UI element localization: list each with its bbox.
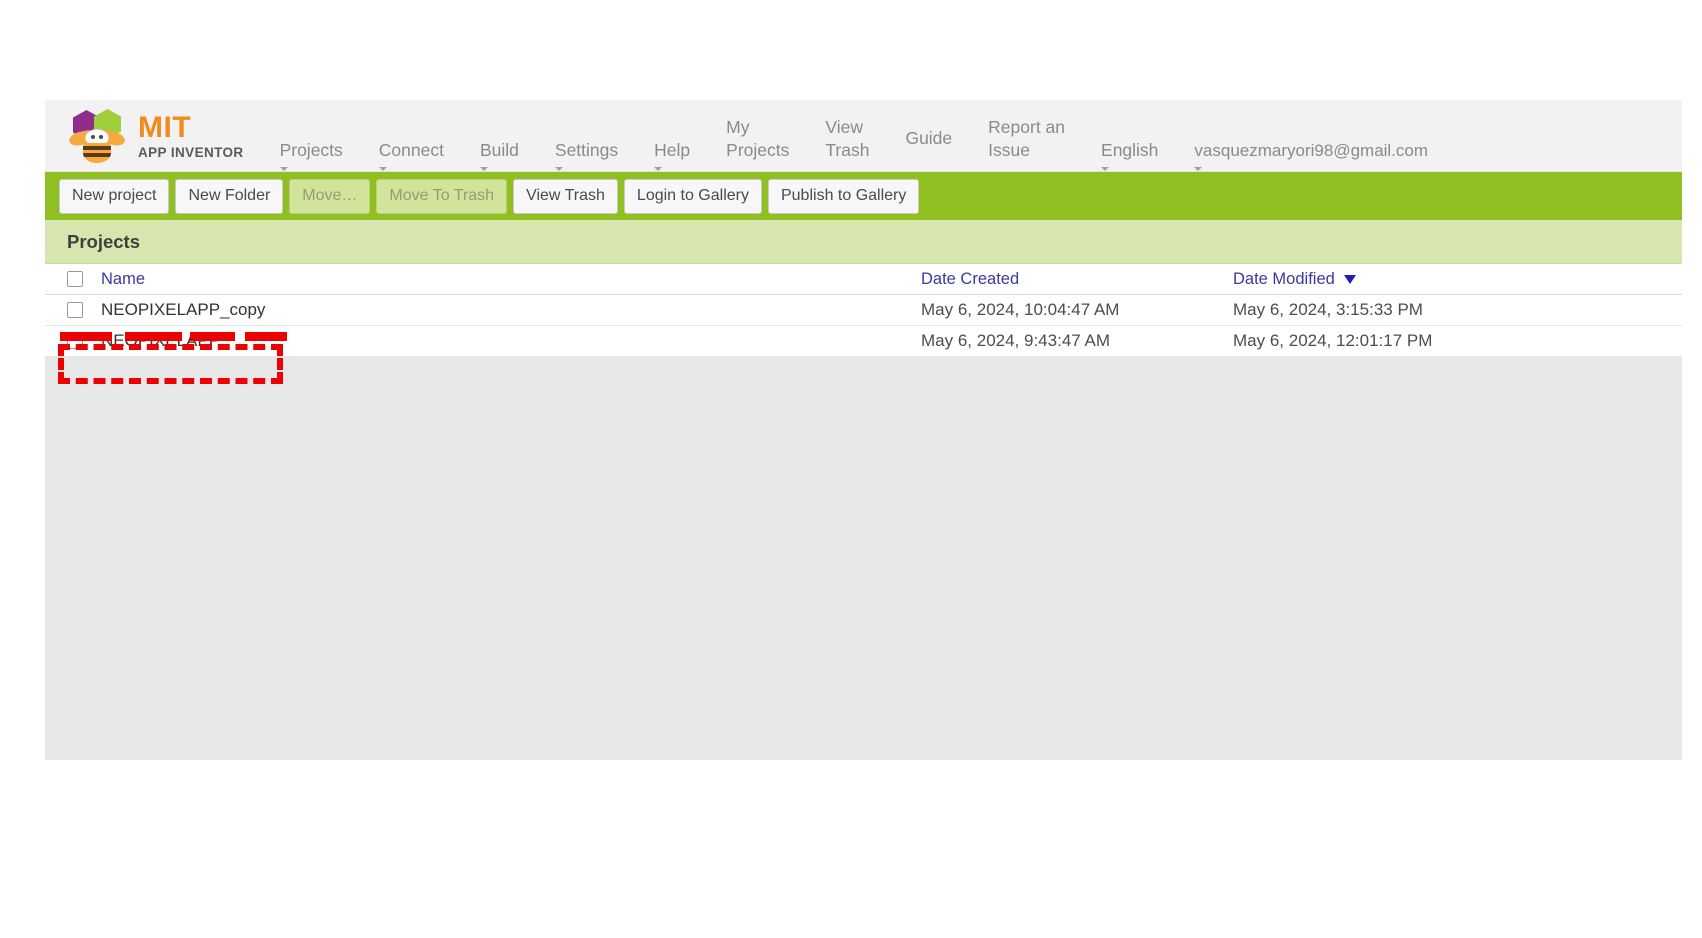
row-checkbox[interactable] xyxy=(67,302,83,318)
chevron-down-icon xyxy=(279,167,288,171)
nav-item-report-an-issue[interactable]: Report an Issue xyxy=(970,116,1083,162)
nav-item-language-english[interactable]: English xyxy=(1083,116,1176,208)
chevron-down-icon xyxy=(378,167,387,171)
nav-item-projects[interactable]: Projects xyxy=(262,116,361,208)
nav-item-account-email[interactable]: vasquezmaryori98@gmail.com xyxy=(1176,116,1428,208)
column-header-name-label: Name xyxy=(101,269,146,288)
column-header-date-created[interactable]: Date Created xyxy=(921,270,1233,289)
nav-item-guide[interactable]: Guide xyxy=(887,116,970,150)
new-project-button[interactable]: New project xyxy=(59,178,170,214)
logo-mit-text: MIT xyxy=(138,110,192,144)
column-header-date-modified[interactable]: Date Modified xyxy=(1233,270,1682,289)
table-row[interactable]: NEOPIXELAPP_copy May 6, 2024, 10:04:47 A… xyxy=(45,295,1682,326)
page-title: Projects xyxy=(67,230,141,252)
nav-item-connect-label: Connect xyxy=(378,140,444,160)
project-name-link[interactable]: NEOPIXELAPP_copy xyxy=(101,300,921,320)
nav-item-view-trash[interactable]: View Trash xyxy=(807,116,887,162)
column-header-date-created-label: Date Created xyxy=(921,269,1020,288)
column-header-name[interactable]: Name xyxy=(101,270,921,289)
projects-panel-header: Projects xyxy=(45,220,1682,264)
project-date-modified: May 6, 2024, 12:01:17 PM xyxy=(1233,331,1433,350)
nav-item-settings-label: Settings xyxy=(554,140,619,160)
chevron-down-icon xyxy=(1194,167,1203,171)
select-all-checkbox[interactable] xyxy=(67,271,83,287)
table-header-row: Name Date Created Date Modified xyxy=(45,264,1682,295)
logo-app-inventor-text: APP INVENTOR xyxy=(138,144,244,160)
nav-item-help-label: Help xyxy=(654,140,691,160)
publish-to-gallery-button[interactable]: Publish to Gallery xyxy=(767,178,920,214)
nav-item-build-label: Build xyxy=(479,140,519,160)
sort-descending-caret-down-icon xyxy=(1343,274,1356,284)
table-row[interactable]: NEOPIXELAPP May 6, 2024, 9:43:47 AM May … xyxy=(45,326,1682,357)
chevron-down-icon xyxy=(554,167,563,171)
chevron-down-icon xyxy=(479,167,488,171)
nav-item-connect[interactable]: Connect xyxy=(361,116,462,208)
nav-item-language-label: English xyxy=(1101,140,1159,160)
nav-item-settings[interactable]: Settings xyxy=(537,116,636,208)
projects-table: Name Date Created Date Modified NEOPIXEL… xyxy=(45,264,1682,357)
project-name-link[interactable]: NEOPIXELAPP xyxy=(101,331,921,351)
project-date-created: May 6, 2024, 9:43:47 AM xyxy=(921,331,1111,350)
project-date-created: May 6, 2024, 10:04:47 AM xyxy=(921,300,1120,319)
nav-item-projects-label: Projects xyxy=(279,140,343,160)
project-date-modified: May 6, 2024, 3:15:33 PM xyxy=(1233,300,1423,319)
row-checkbox[interactable] xyxy=(67,333,83,349)
nav-item-build[interactable]: Build xyxy=(462,116,537,208)
app-inventor-logo[interactable]: MIT APP INVENTOR xyxy=(67,100,244,172)
app-inventor-bee-logo-icon xyxy=(67,108,129,164)
chevron-down-icon xyxy=(654,167,663,171)
account-email-label: vasquezmaryori98@gmail.com xyxy=(1194,141,1429,160)
chevron-down-icon xyxy=(1101,167,1110,171)
nav-item-help[interactable]: Help xyxy=(636,116,708,208)
top-navigation-bar: MIT APP INVENTOR Projects Connect Build … xyxy=(45,100,1682,172)
app-inventor-window: MIT APP INVENTOR Projects Connect Build … xyxy=(45,100,1682,760)
nav-item-my-projects[interactable]: My Projects xyxy=(708,116,807,162)
nav-item-list: Projects Connect Build Settings Help My … xyxy=(262,100,1682,172)
column-header-date-modified-label: Date Modified xyxy=(1233,269,1335,288)
